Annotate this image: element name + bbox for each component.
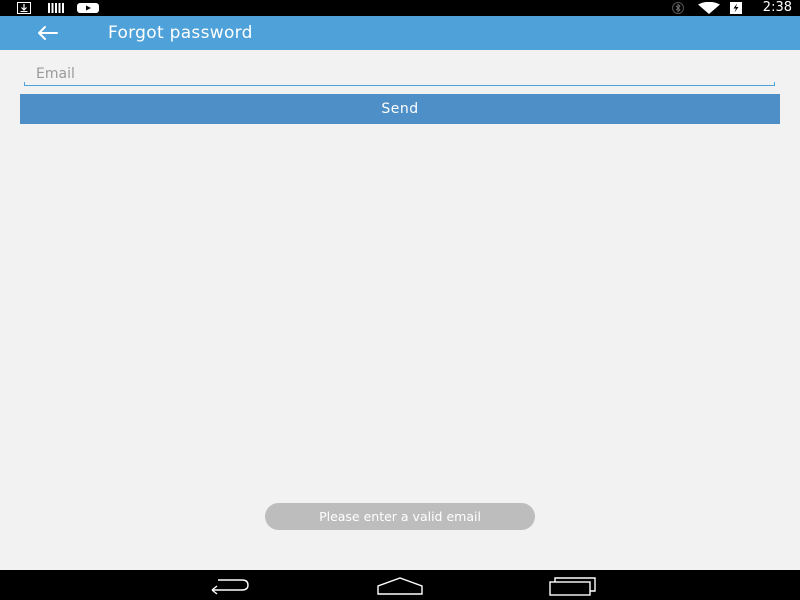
youtube-icon — [77, 3, 99, 13]
page-title: Forgot password — [108, 23, 253, 43]
bluetooth-icon — [672, 2, 684, 14]
wifi-icon — [698, 2, 720, 14]
navigation-bar — [0, 570, 800, 600]
email-field-container — [24, 62, 775, 88]
app-bar: Forgot password — [0, 16, 800, 50]
download-icon — [17, 2, 31, 14]
recents-nav-icon[interactable] — [549, 574, 597, 596]
battery-charging-icon — [730, 2, 742, 14]
field-underline-edge — [774, 82, 775, 86]
arrow-left-icon — [38, 26, 58, 40]
status-bar: 2:38 — [0, 0, 800, 16]
toast-message: Please enter a valid email — [265, 503, 535, 530]
back-nav-icon[interactable] — [206, 574, 252, 596]
back-button[interactable] — [30, 20, 66, 46]
field-underline-edge — [24, 82, 25, 86]
email-field[interactable] — [24, 62, 775, 86]
barcode-icon — [48, 3, 64, 13]
home-nav-icon[interactable] — [376, 574, 424, 596]
status-time: 2:38 — [762, 0, 792, 15]
send-button[interactable]: Send — [20, 94, 780, 124]
